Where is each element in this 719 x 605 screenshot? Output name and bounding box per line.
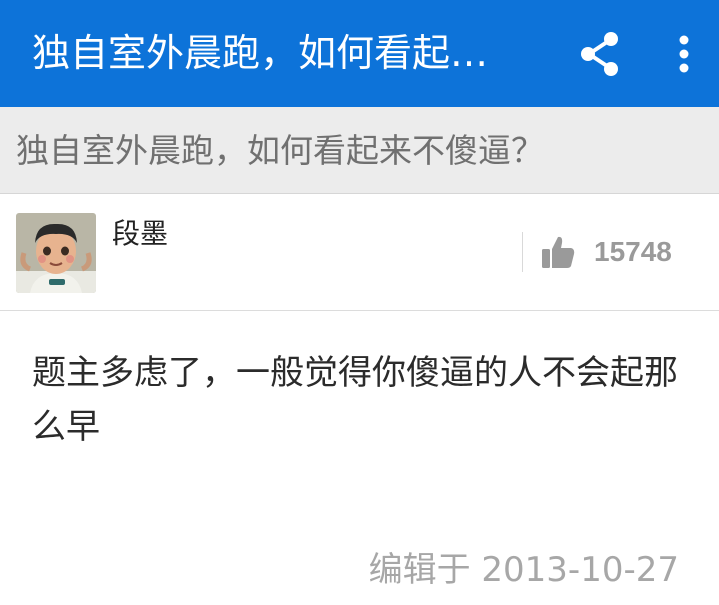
share-button[interactable]	[572, 26, 628, 82]
question-header[interactable]: 独自室外晨跑，如何看起来不傻逼？	[0, 107, 719, 194]
question-title: 独自室外晨跑，如何看起来不傻逼？	[16, 131, 544, 170]
more-vertical-icon	[679, 35, 689, 73]
upvote-button[interactable]: 15748	[540, 224, 710, 280]
more-options-button[interactable]	[658, 26, 710, 82]
author-name[interactable]: 段墨	[112, 216, 168, 252]
app-bar: 独自室外晨跑，如何看起…	[0, 0, 719, 107]
vote-divider	[522, 232, 523, 272]
share-icon	[581, 32, 618, 76]
author-row: 段墨 15748	[0, 194, 719, 311]
avatar[interactable]	[16, 213, 96, 293]
edit-date: 编辑于 2013-10-27	[368, 550, 679, 590]
answer-body: 题主多虑了，一般觉得你傻逼的人不会起那么早	[32, 353, 678, 447]
upvote-count: 15748	[594, 236, 672, 267]
app-bar-title: 独自室外晨跑，如何看起…	[32, 31, 489, 75]
thumbs-up-icon	[542, 236, 575, 268]
